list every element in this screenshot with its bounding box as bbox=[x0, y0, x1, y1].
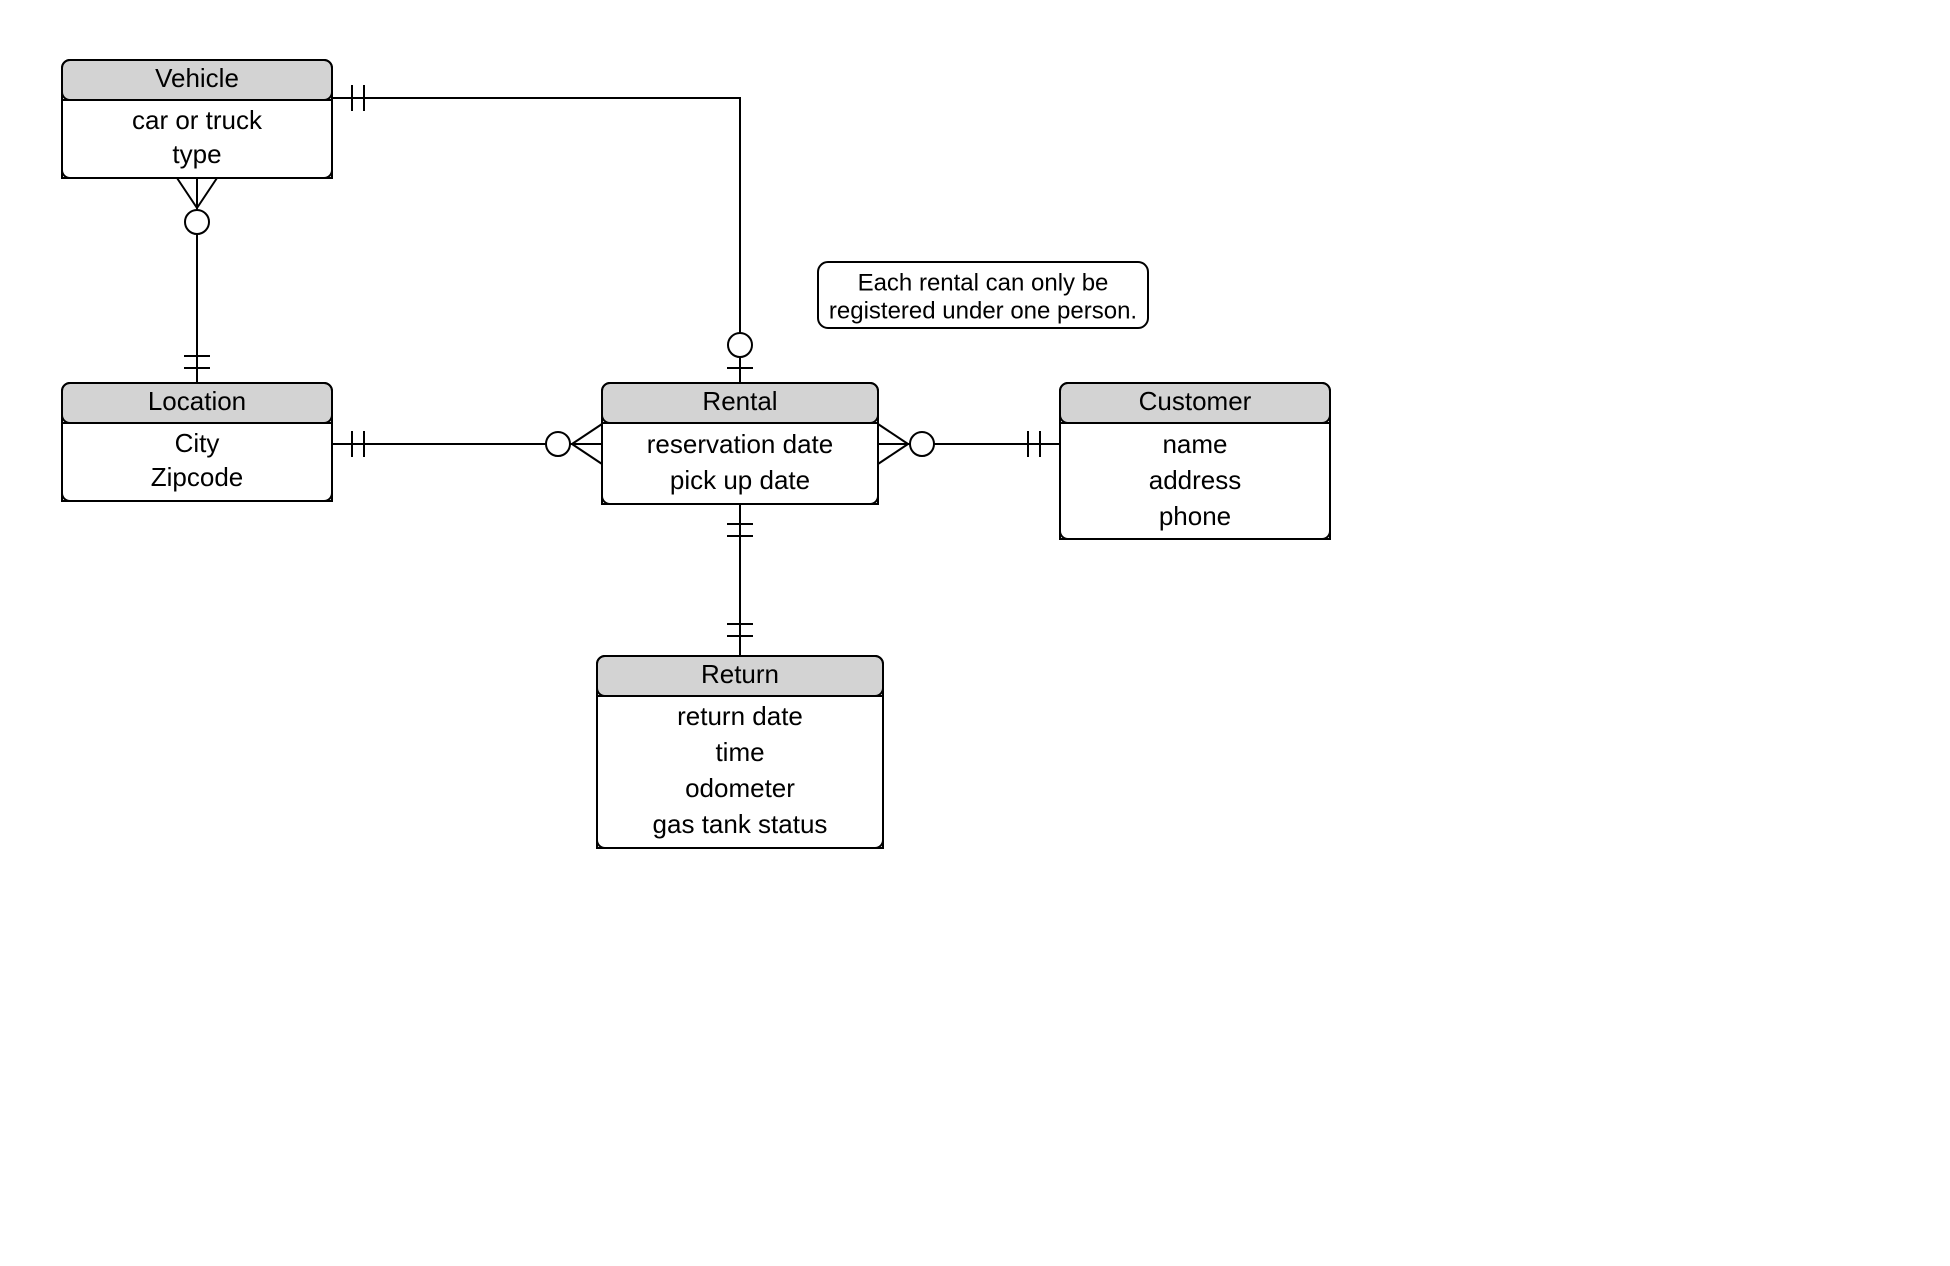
note-line-1: Each rental can only be bbox=[858, 269, 1109, 296]
entity-return: Return return date time odometer gas tan… bbox=[597, 656, 883, 848]
entity-return-attr-1: time bbox=[715, 737, 764, 767]
entity-location: Location City Zipcode bbox=[62, 383, 332, 501]
entity-location-attr-0: City bbox=[175, 428, 220, 458]
entity-return-attr-2: odometer bbox=[685, 773, 795, 803]
entity-return-title: Return bbox=[701, 659, 779, 689]
er-diagram: Vehicle car or truck type Location City … bbox=[0, 0, 1950, 1266]
note-line-2: registered under one person. bbox=[829, 297, 1137, 324]
entity-location-attr-1: Zipcode bbox=[151, 462, 244, 492]
entity-vehicle-attr-0: car or truck bbox=[132, 105, 263, 135]
entity-vehicle-title: Vehicle bbox=[155, 63, 239, 93]
entity-rental: Rental reservation date pick up date bbox=[602, 383, 878, 504]
entity-rental-title: Rental bbox=[702, 386, 777, 416]
entity-vehicle-attr-1: type bbox=[172, 139, 221, 169]
entity-rental-attr-0: reservation date bbox=[647, 429, 833, 459]
entity-return-attr-0: return date bbox=[677, 701, 803, 731]
entity-customer-attr-2: phone bbox=[1159, 501, 1231, 531]
entity-customer-attr-1: address bbox=[1149, 465, 1242, 495]
rel-vehicle-rental bbox=[332, 98, 740, 383]
entity-customer-title: Customer bbox=[1139, 386, 1252, 416]
entity-vehicle: Vehicle car or truck type bbox=[62, 60, 332, 178]
entity-return-attr-3: gas tank status bbox=[653, 809, 828, 839]
entity-location-title: Location bbox=[148, 386, 246, 416]
entity-customer: Customer name address phone bbox=[1060, 383, 1330, 539]
entity-customer-attr-0: name bbox=[1162, 429, 1227, 459]
note-rental-constraint: Each rental can only be registered under… bbox=[818, 262, 1148, 328]
entity-rental-attr-1: pick up date bbox=[670, 465, 810, 495]
